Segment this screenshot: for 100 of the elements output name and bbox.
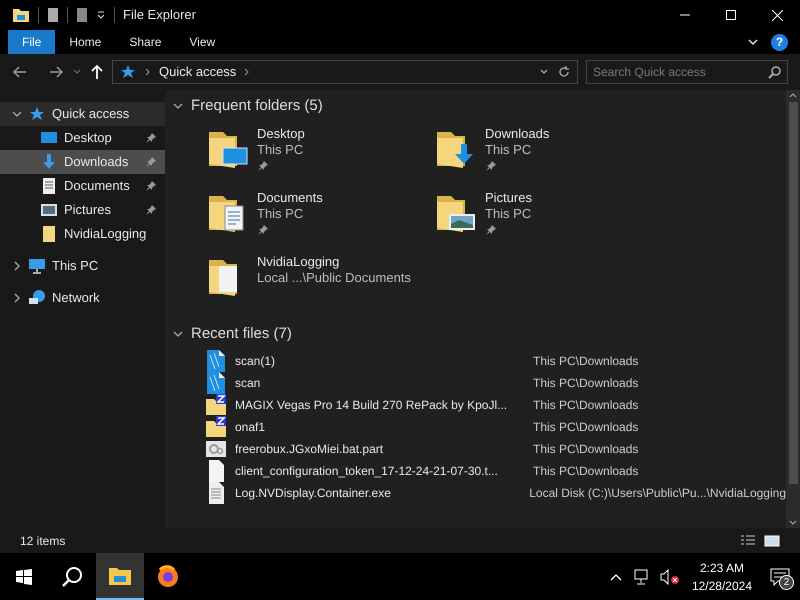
speech-bubble-icon	[770, 568, 790, 586]
sidebar-item[interactable]: This PC	[0, 254, 165, 278]
chevron-down-icon[interactable]	[173, 329, 183, 339]
file-row[interactable]: scan This PC\Downloads	[205, 372, 786, 394]
chevron-right-icon[interactable]	[12, 293, 22, 303]
pin-icon	[145, 180, 157, 192]
file-row[interactable]: scan(1) This PC\Downloads	[205, 350, 786, 372]
large-icons-view-icon[interactable]	[764, 534, 780, 548]
windows-logo-icon	[16, 568, 32, 584]
folder-icon[interactable]	[12, 7, 30, 23]
pin-icon	[145, 156, 157, 168]
sidebar-label: Downloads	[64, 153, 130, 172]
muted-speaker-icon[interactable]	[660, 568, 680, 584]
file-location: This PC\Downloads	[533, 397, 638, 414]
file-location: This PC\Downloads	[533, 419, 638, 436]
back-arrow-icon[interactable]	[12, 64, 28, 80]
file-row[interactable]: onaf1 This PC\Downloads	[205, 416, 786, 438]
help-button[interactable]: ?	[771, 34, 788, 50]
folder-location: Local ...\Public Documents	[257, 270, 411, 286]
notification-button[interactable]: 2	[760, 553, 800, 600]
search-icon	[61, 566, 83, 588]
video-file-icon	[205, 371, 227, 395]
search-icon	[768, 65, 782, 79]
folder-location: This PC	[257, 206, 304, 222]
sidebar-label: NvidiaLogging	[64, 225, 148, 244]
file-explorer-taskbar-button[interactable]	[96, 553, 144, 600]
file-location: This PC\Downloads	[533, 463, 638, 480]
folder-tile[interactable]: Downloads This PC	[433, 122, 661, 186]
refresh-icon[interactable]	[557, 65, 571, 79]
section-heading[interactable]: Recent files (7)	[191, 322, 292, 346]
address-field[interactable]: Quick access	[112, 60, 578, 84]
chevron-right-icon[interactable]	[12, 261, 22, 271]
ribbon-tab[interactable]: File	[8, 30, 56, 54]
dropdown-icon[interactable]	[96, 10, 106, 20]
file-name: freerobux.JGxoMiei.bat.part	[235, 441, 384, 458]
chevron-down-icon[interactable]	[12, 109, 22, 119]
sidebar-item[interactable]: Pictures	[0, 198, 165, 222]
item-count: 12 items	[20, 532, 66, 550]
archive-folder-icon	[205, 393, 227, 417]
section-heading[interactable]: Frequent folders (5)	[191, 94, 323, 118]
sidebar-item[interactable]: Desktop	[0, 126, 165, 150]
scrollbar[interactable]	[786, 90, 800, 528]
sidebar-item[interactable]: Downloads	[0, 150, 165, 174]
folder-tile[interactable]: NvidiaLogging Local ...\Public Documents	[205, 250, 433, 314]
computer-icon	[28, 257, 46, 275]
folder-name: Documents	[257, 190, 323, 206]
details-view-icon[interactable]	[740, 534, 756, 548]
sidebar-item[interactable]: Network	[0, 286, 165, 310]
browser-logo-icon	[156, 564, 180, 588]
file-location: Local Disk (C:)\Users\Public\Pu...\NvidiaLogging	[529, 485, 786, 502]
ribbon-tab[interactable]: View	[175, 30, 230, 54]
notification-badge: 2	[779, 575, 794, 590]
network-icon	[28, 289, 46, 307]
folder-icon	[108, 566, 132, 586]
search-field[interactable]: Search Quick access	[586, 60, 788, 84]
folder-location: This PC	[485, 142, 532, 158]
ribbon-tab[interactable]: Share	[115, 30, 176, 54]
chevron-down-icon[interactable]	[173, 101, 183, 111]
file-row[interactable]: freerobux.JGxoMiei.bat.part This PC\Downloads	[205, 438, 786, 460]
file-location: This PC\Downloads	[533, 441, 638, 458]
sidebar-label: This PC	[52, 257, 98, 276]
file-row[interactable]: client_configuration_token_17-12-24-21-07-30.t... This PC\Downloads	[205, 460, 786, 482]
breadcrumb[interactable]: Quick access	[159, 62, 236, 82]
pin-icon	[257, 224, 269, 236]
file-row[interactable]: Log.NVDisplay.Container.exe Local Disk (C:)\Users\Public\Pu...\NvidiaLogging	[205, 482, 786, 504]
file-name: Log.NVDisplay.Container.exe	[235, 485, 392, 502]
folder-tile[interactable]: Documents This PC	[205, 186, 433, 250]
folder-name: NvidiaLogging	[257, 254, 340, 270]
pin-icon	[257, 160, 269, 172]
up-arrow-icon[interactable]	[90, 64, 104, 80]
sidebar-label: Desktop	[64, 129, 113, 148]
chevron-up-icon[interactable]	[610, 572, 622, 582]
sidebar-item[interactable]: Quick access	[0, 102, 165, 126]
clock[interactable]: 2:23 AM 12/28/2024	[684, 558, 760, 594]
file-name: onaf1	[235, 419, 266, 436]
file-row[interactable]: MAGIX Vegas Pro 14 Build 270 RePack by KpoJl... This PC\Downloads	[205, 394, 786, 416]
file-location: This PC\Downloads	[533, 353, 638, 370]
sidebar-item[interactable]: Documents	[0, 174, 165, 198]
folder-tile[interactable]: Pictures This PC	[433, 186, 661, 250]
star-icon	[119, 63, 137, 81]
file-location: This PC\Downloads	[533, 375, 638, 392]
file-name: scan	[235, 375, 262, 392]
file-name: scan(1)	[235, 353, 276, 370]
window-title: File Explorer	[123, 6, 196, 24]
video-file-icon	[205, 349, 227, 373]
download-icon	[40, 153, 58, 171]
ribbon-tab[interactable]: Home	[55, 30, 116, 54]
maximize-icon	[726, 10, 736, 20]
sidebar-item[interactable]: NvidiaLogging	[0, 222, 165, 246]
archive-folder-icon	[205, 415, 227, 439]
folder-name: Desktop	[257, 126, 305, 142]
folder-location: This PC	[257, 142, 304, 158]
sidebar-label: Documents	[64, 177, 131, 196]
pin-icon	[145, 204, 157, 216]
star-icon	[28, 105, 46, 123]
date: 12/28/2024	[692, 578, 752, 594]
time: 2:23 AM	[700, 560, 744, 576]
folder-tile[interactable]: Desktop This PC	[205, 122, 433, 186]
forward-arrow-icon[interactable]	[48, 64, 64, 80]
sidebar-label: Pictures	[64, 201, 112, 220]
